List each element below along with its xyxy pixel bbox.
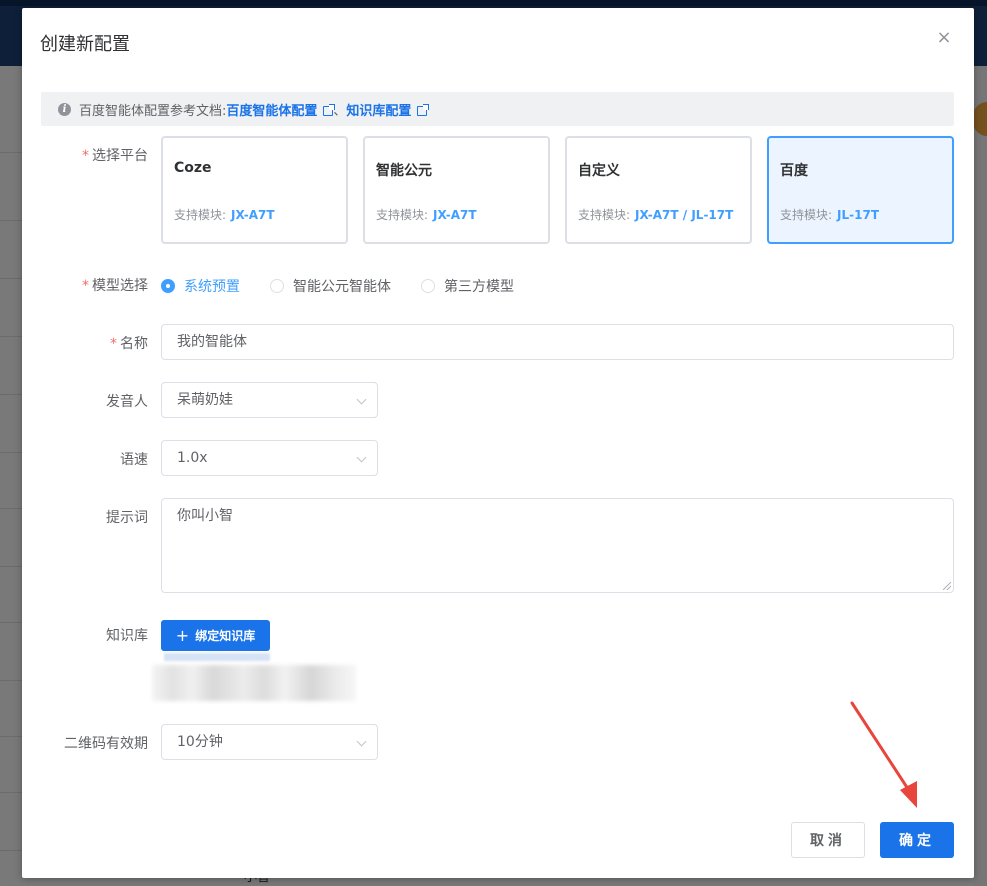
external-link-icon (323, 103, 336, 116)
radio-zhinenggongyuan-agent[interactable]: 智能公元智能体 (270, 276, 391, 296)
prompt-textarea[interactable]: 你叫小智 (161, 498, 954, 593)
prompt-label: 提示词 (106, 510, 148, 526)
model-radio-group: 系统预置 智能公元智能体 第三方模型 (161, 276, 544, 296)
card-modules: 支持模块: JL-17T (780, 208, 880, 222)
blurred-content (164, 653, 270, 661)
required-mark: * (110, 336, 117, 352)
qrcode-validity-label: 二维码有效期 (64, 736, 148, 752)
baidu-agent-doc-link[interactable]: 百度智能体配置 (226, 100, 336, 119)
dialog-title: 创建新配置 (40, 34, 130, 55)
chevron-down-icon (356, 394, 367, 405)
chevron-down-icon (356, 452, 367, 463)
chevron-down-icon (356, 736, 367, 747)
card-modules: 支持模块: JX-A7T / JL-17T (578, 208, 734, 222)
resize-handle-icon[interactable] (943, 582, 951, 590)
radio-unchecked-icon (421, 279, 435, 293)
platform-card-coze[interactable]: Coze 支持模块: JX-A7T (161, 136, 348, 244)
radio-unchecked-icon (270, 279, 284, 293)
card-name: 智能公元 (376, 163, 432, 179)
speed-select[interactable]: 1.0x (161, 440, 378, 476)
card-name: 自定义 (578, 163, 620, 179)
radio-third-party-model[interactable]: 第三方模型 (421, 276, 514, 296)
bind-knowledge-button[interactable]: + 绑定知识库 (161, 620, 270, 651)
create-config-dialog: 创建新配置 × i 百度智能体配置参考文档: 百度智能体配置 、 知识库配置 *… (22, 8, 974, 878)
knowledge-label: 知识库 (106, 628, 148, 644)
name-label: * 名称 (110, 336, 148, 352)
model-label: * 模型选择 (82, 278, 148, 294)
radio-system-preset[interactable]: 系统预置 (161, 276, 240, 296)
confirm-button[interactable]: 确定 (880, 822, 954, 858)
knowledge-doc-link[interactable]: 知识库配置 (346, 100, 430, 119)
blurred-content (152, 665, 356, 701)
external-link-icon (417, 103, 430, 116)
info-prefix: 百度智能体配置参考文档: (79, 103, 227, 119)
plus-icon: + (175, 625, 190, 645)
required-mark: * (82, 148, 89, 164)
info-bar: i 百度智能体配置参考文档: 百度智能体配置 、 知识库配置 (41, 92, 954, 126)
name-input[interactable]: 我的智能体 (161, 324, 954, 360)
card-modules: 支持模块: JX-A7T (174, 208, 275, 222)
cancel-button[interactable]: 取消 (791, 822, 865, 858)
info-icon: i (58, 102, 71, 116)
card-name: 百度 (780, 163, 808, 179)
platform-label: * 选择平台 (82, 148, 148, 164)
speaker-select[interactable]: 呆萌奶娃 (161, 382, 378, 418)
platform-card-baidu[interactable]: 百度 支持模块: JL-17T (767, 136, 954, 244)
speaker-label: 发音人 (106, 394, 148, 410)
required-mark: * (82, 278, 89, 294)
qrcode-validity-select[interactable]: 10分钟 (161, 724, 378, 760)
platform-card-zhinenggongyuan[interactable]: 智能公元 支持模块: JX-A7T (363, 136, 550, 244)
close-icon[interactable]: × (932, 26, 956, 50)
radio-checked-icon (161, 279, 175, 293)
speed-label: 语速 (120, 452, 148, 468)
card-name: Coze (174, 160, 212, 176)
platform-card-custom[interactable]: 自定义 支持模块: JX-A7T / JL-17T (565, 136, 752, 244)
card-modules: 支持模块: JX-A7T (376, 208, 477, 222)
